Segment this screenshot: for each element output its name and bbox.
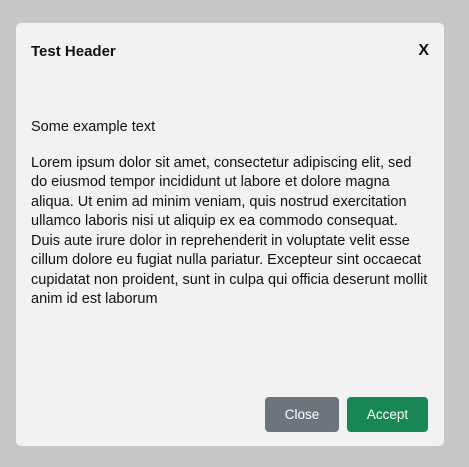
- modal-header: Test Header X: [31, 40, 429, 62]
- modal-footer: Close Accept: [265, 397, 428, 432]
- modal-body: Some example text Lorem ipsum dolor sit …: [31, 118, 430, 310]
- body-text: Lorem ipsum dolor sit amet, consectetur …: [31, 154, 428, 308]
- accept-button[interactable]: Accept: [347, 397, 428, 432]
- modal-title: Test Header: [31, 42, 116, 60]
- intro-text: Some example text: [31, 119, 156, 135]
- modal-dialog: Test Header X Some example text Lorem ip…: [16, 23, 444, 446]
- close-button[interactable]: Close: [265, 397, 339, 432]
- close-icon[interactable]: X: [418, 43, 429, 59]
